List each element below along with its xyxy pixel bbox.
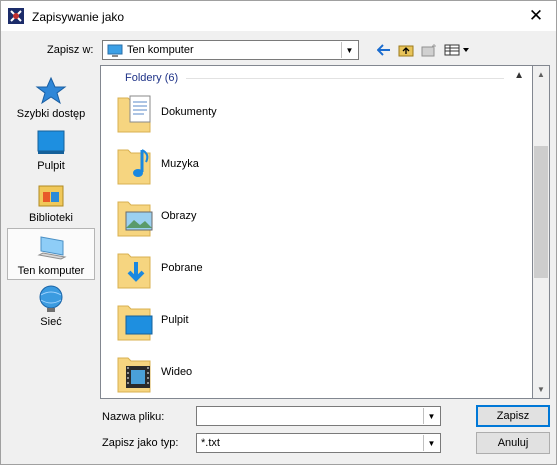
chevron-down-icon[interactable]: ▼ [341, 42, 357, 58]
view-menu-icon [444, 44, 469, 56]
up-folder-icon [398, 45, 414, 57]
sidebar-item-desktop[interactable]: Pulpit [7, 124, 95, 176]
new-folder-button[interactable] [420, 42, 438, 58]
sidebar-item-label: Pulpit [37, 160, 65, 172]
location-combo[interactable]: Ten komputer ▼ [102, 40, 359, 60]
close-icon[interactable]: ✕ [529, 6, 543, 26]
sidebar-item-this-pc[interactable]: Ten komputer [7, 228, 95, 280]
collapse-group-icon[interactable]: ▲ [514, 70, 524, 81]
group-header[interactable]: Foldery (6) [125, 72, 178, 84]
libraries-icon [38, 185, 64, 207]
new-folder-icon [421, 44, 436, 57]
save-in-label: Zapisz w: [47, 44, 94, 56]
network-icon [39, 285, 63, 312]
list-item-downloads[interactable]: Pobrane [116, 246, 416, 294]
list-item-videos[interactable]: Wideo [116, 350, 416, 398]
app-icon [8, 8, 24, 24]
filetype-combo[interactable]: *.txt ▼ [196, 433, 441, 453]
save-as-dialog: Zapisywanie jako ✕ Zapisz w: Ten kompute… [0, 0, 557, 465]
sidebar-item-label: Ten komputer [17, 265, 85, 277]
sidebar-item-label: Biblioteki [28, 212, 74, 224]
sidebar-item-network[interactable]: Sieć [7, 280, 95, 332]
back-button[interactable] [375, 42, 393, 58]
computer-small-icon [107, 44, 123, 57]
places-bar: Szybki dostęp Pulpit Biblioteki Ten komp… [5, 64, 97, 399]
pictures-folder-icon [117, 201, 153, 237]
desktop-icon [37, 130, 65, 154]
cancel-button[interactable]: Anuluj [476, 432, 550, 454]
view-menu-button[interactable] [443, 42, 471, 58]
computer-icon [37, 236, 67, 260]
star-icon [35, 76, 67, 105]
window-title: Zapisywanie jako [32, 10, 125, 24]
save-button[interactable]: Zapisz [476, 405, 550, 427]
filename-label: Nazwa pliku: [102, 411, 165, 423]
vertical-scrollbar[interactable]: ▲ ▼ [533, 65, 550, 399]
videos-folder-icon [117, 357, 151, 393]
chevron-down-icon[interactable]: ▼ [423, 435, 439, 451]
chevron-down-icon[interactable]: ▼ [423, 408, 439, 424]
music-folder-icon [117, 149, 151, 185]
up-folder-button[interactable] [397, 42, 415, 58]
folder-name: Pobrane [161, 262, 203, 274]
sidebar-item-quick-access[interactable]: Szybki dostęp [7, 72, 95, 124]
folder-name: Obrazy [161, 210, 197, 222]
sidebar-item-label: Sieć [40, 316, 62, 328]
list-item-pictures[interactable]: Obrazy [116, 194, 416, 242]
folder-name: Muzyka [161, 158, 199, 170]
folder-name: Pulpit [161, 314, 189, 326]
folder-name: Dokumenty [161, 106, 217, 118]
scroll-thumb[interactable] [534, 146, 548, 278]
location-value: Ten komputer [127, 44, 194, 56]
file-list[interactable]: Foldery (6) ▲ Dokumenty Muzyka Obrazy Po… [100, 65, 533, 399]
back-arrow-icon [377, 44, 390, 56]
desktop-folder-icon [117, 305, 153, 341]
sidebar-item-label: Szybki dostęp [16, 108, 86, 120]
sidebar-item-libraries[interactable]: Biblioteki [7, 176, 95, 228]
filename-combo[interactable]: ▼ [196, 406, 441, 426]
title-bar: Zapisywanie jako ✕ [1, 1, 556, 31]
list-item-music[interactable]: Muzyka [116, 142, 416, 190]
scroll-down-icon[interactable]: ▼ [533, 381, 549, 398]
list-item-desktop[interactable]: Pulpit [116, 298, 416, 346]
list-item-documents[interactable]: Dokumenty [116, 90, 416, 138]
documents-folder-icon [117, 95, 151, 133]
downloads-folder-icon [117, 253, 151, 289]
scroll-up-icon[interactable]: ▲ [533, 66, 549, 83]
filetype-value: *.txt [201, 437, 220, 449]
filetype-label: Zapisz jako typ: [102, 437, 179, 449]
close-button[interactable]: ✕ [516, 1, 556, 31]
folder-name: Wideo [161, 366, 193, 378]
group-divider [186, 78, 504, 79]
